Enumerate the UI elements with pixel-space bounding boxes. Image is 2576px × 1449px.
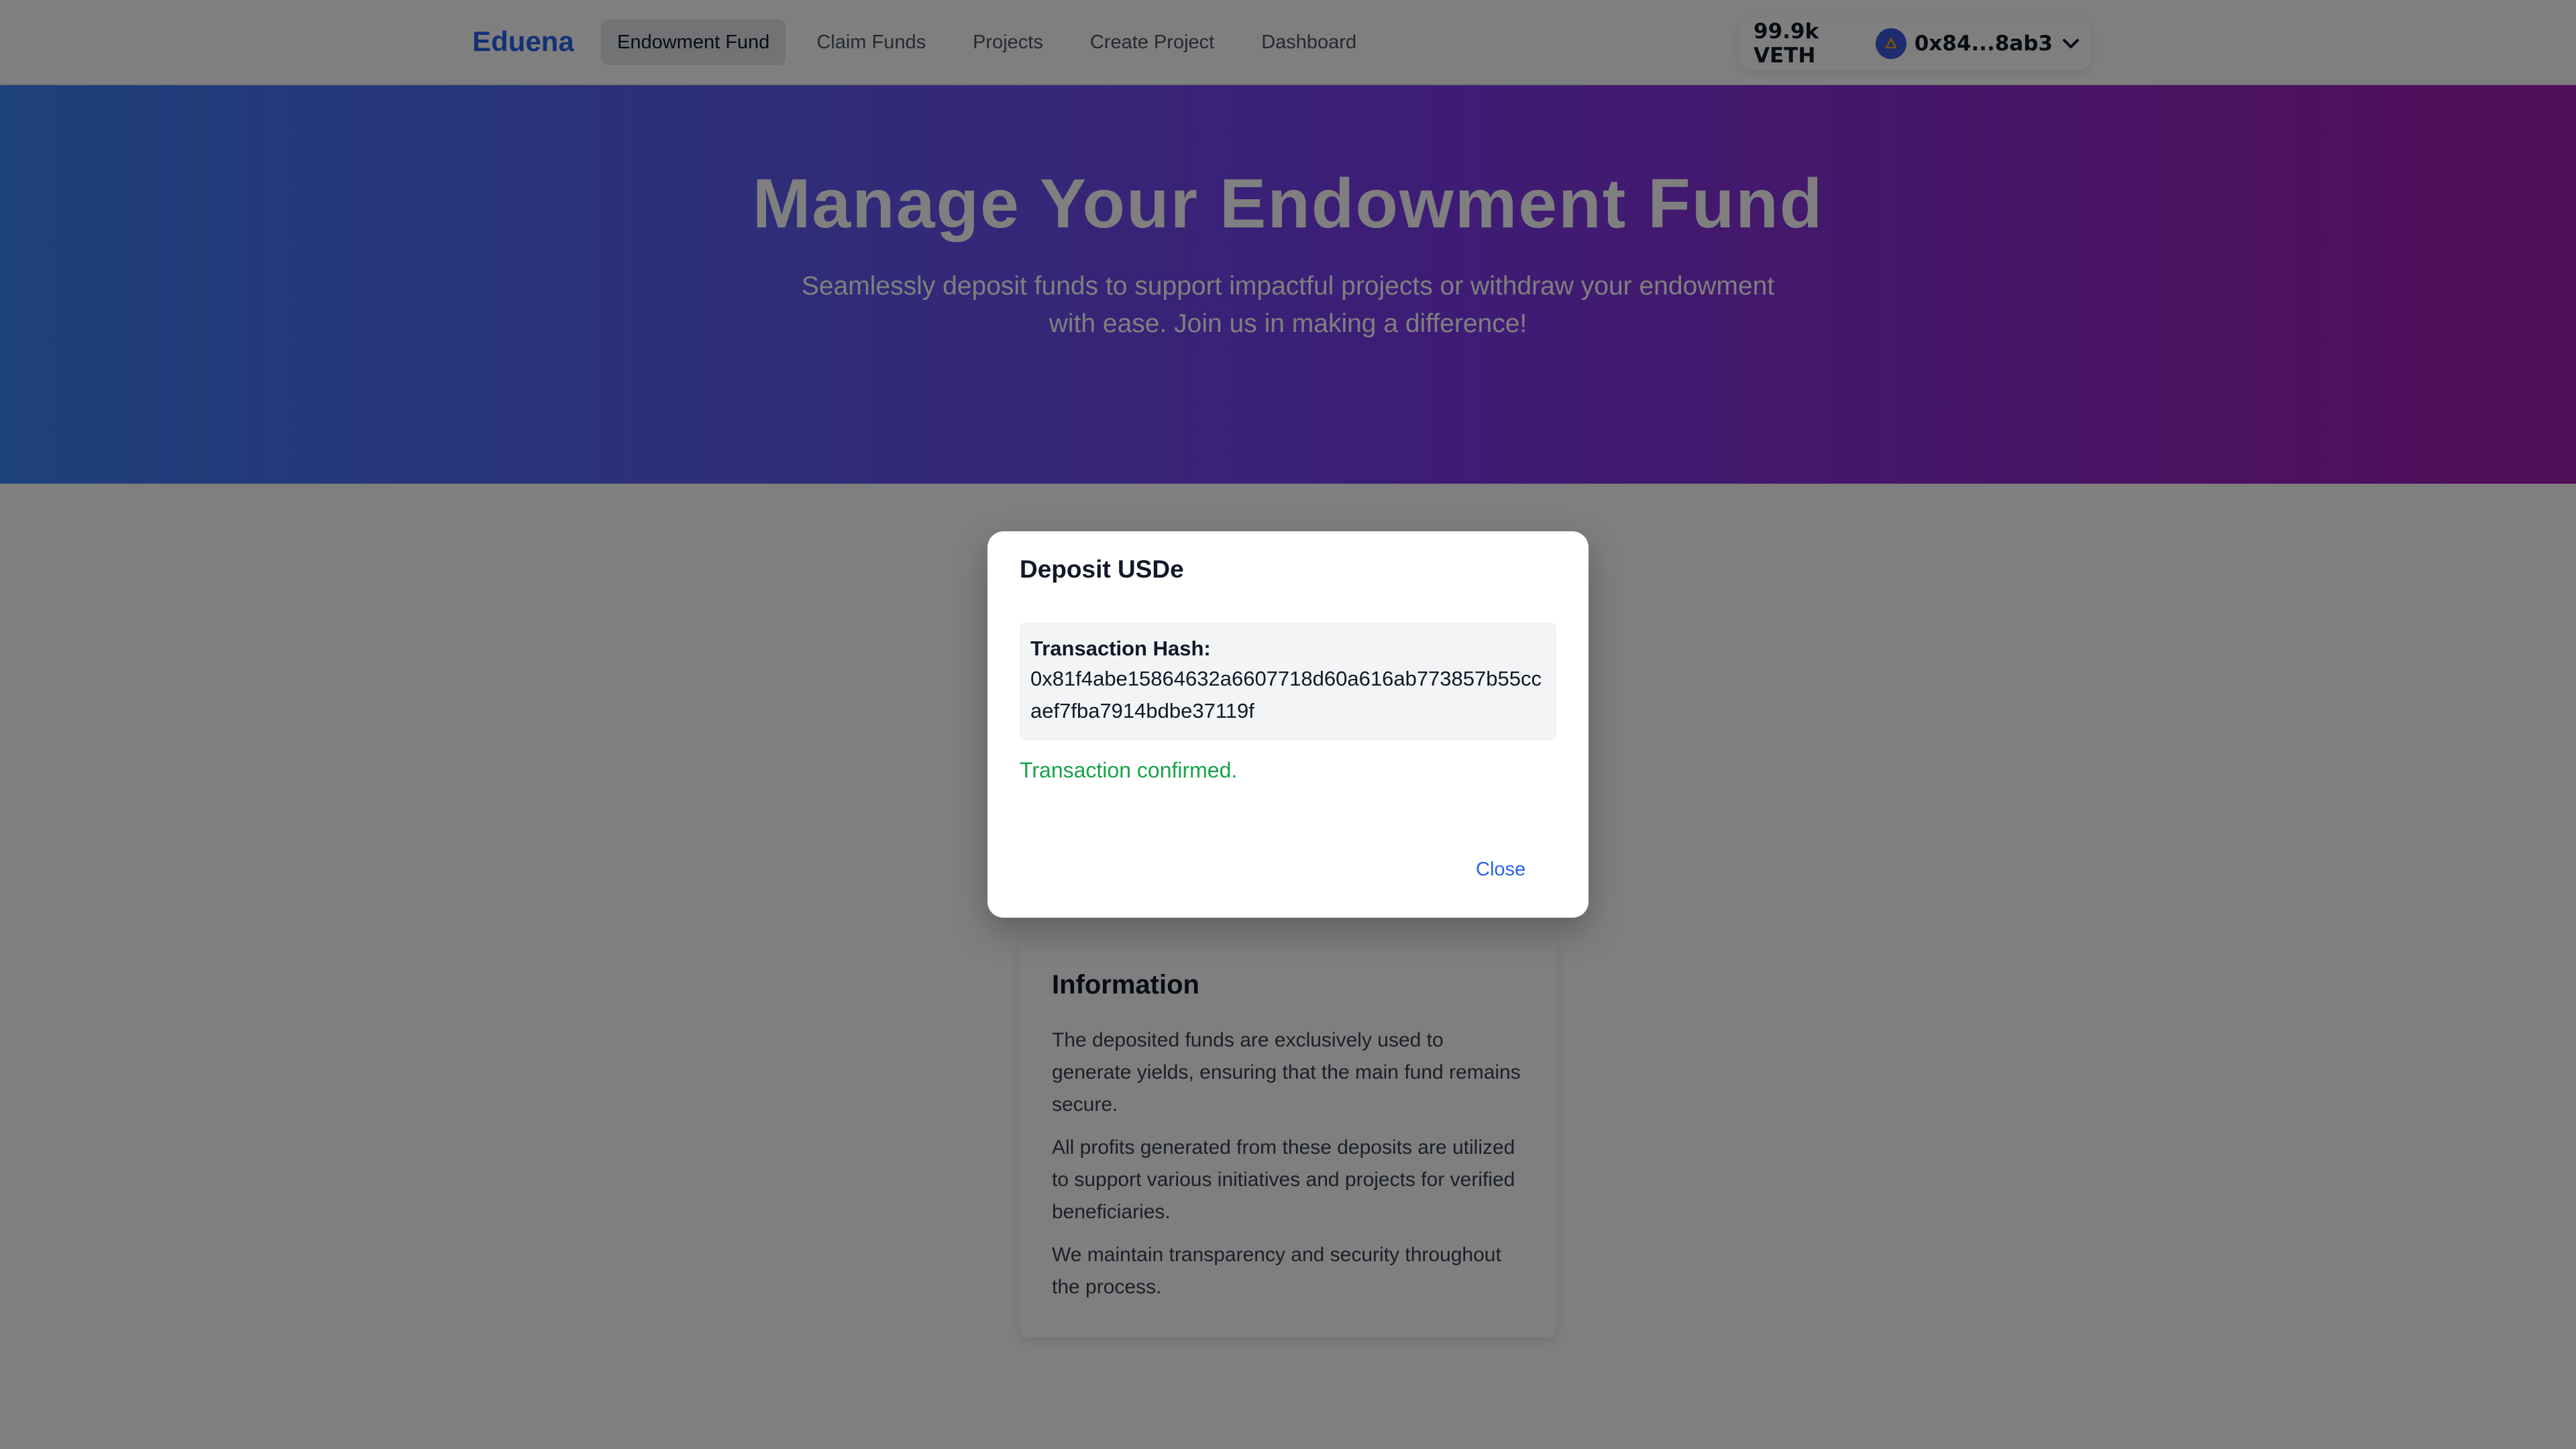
transaction-hash-value[interactable]: 0x81f4abe15864632a6607718d60a616ab773857… bbox=[1030, 663, 1546, 727]
modal-title: Deposit USDe bbox=[1020, 555, 1184, 583]
transaction-hash-box: Transaction Hash: 0x81f4abe15864632a6607… bbox=[1020, 623, 1556, 741]
transaction-status: Transaction confirmed. bbox=[1020, 758, 1238, 782]
deposit-modal: Deposit USDe Transaction Hash: 0x81f4abe… bbox=[987, 531, 1589, 918]
close-button[interactable]: Close bbox=[1468, 852, 1534, 888]
transaction-hash-label: Transaction Hash: bbox=[1030, 637, 1211, 660]
